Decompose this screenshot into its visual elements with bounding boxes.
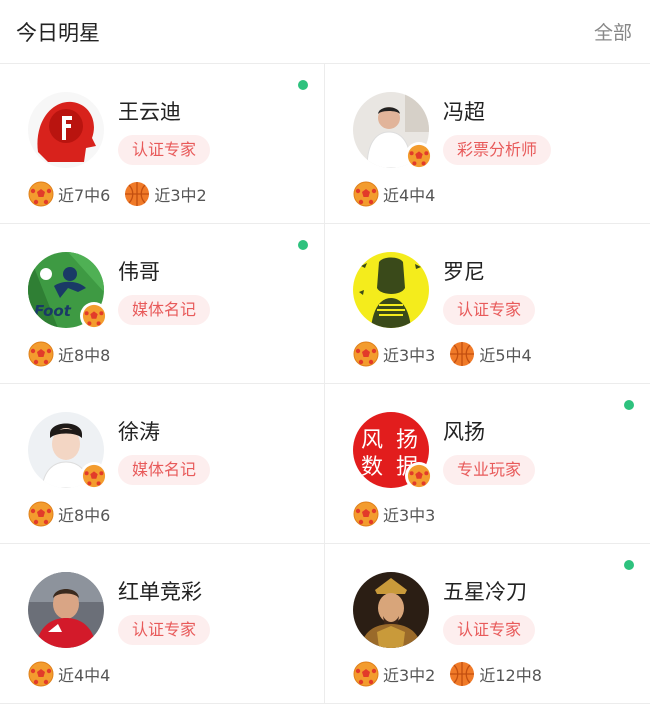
basketball-icon bbox=[450, 342, 475, 366]
avatar-text: 扬 bbox=[396, 428, 418, 453]
expert-name: 徐涛 bbox=[118, 420, 160, 444]
football-record: 近3中3 bbox=[353, 341, 435, 367]
football-icon bbox=[353, 181, 379, 207]
record-text: 近7中6 bbox=[58, 186, 111, 205]
online-indicator bbox=[298, 80, 308, 90]
record-list: 近7中6 近3中2 bbox=[28, 181, 221, 207]
basketball-icon bbox=[450, 662, 475, 686]
record-list: 近8中6 bbox=[28, 501, 124, 527]
record-text: 近3中3 bbox=[383, 506, 436, 525]
record-list: 近4中4 bbox=[28, 661, 124, 687]
record-list: 近3中3 bbox=[353, 501, 449, 527]
expert-tag: 认证专家 bbox=[118, 615, 211, 645]
football-icon bbox=[353, 501, 379, 527]
expert-card[interactable]: 王云迪 认证专家 近7中6 近3中2 bbox=[0, 64, 325, 224]
expert-card[interactable]: 风 扬 数 据 风扬 专业玩家 近3中3 bbox=[325, 384, 650, 544]
football-icon bbox=[353, 341, 379, 367]
basketball-record: 近5中4 bbox=[449, 341, 532, 367]
avatar-image bbox=[353, 252, 429, 328]
expert-tag: 认证专家 bbox=[118, 135, 211, 165]
avatar[interactable] bbox=[28, 572, 104, 648]
expert-card[interactable]: 红单竞彩 认证专家 近4中4 bbox=[0, 544, 325, 704]
football-icon bbox=[28, 501, 54, 527]
avatar-text: 风 bbox=[361, 428, 383, 453]
record-text: 近4中4 bbox=[383, 186, 436, 205]
sport-badge bbox=[405, 462, 433, 490]
football-record: 近3中2 bbox=[353, 661, 435, 687]
record-text: 近5中4 bbox=[479, 346, 532, 365]
football-record: 近4中4 bbox=[28, 661, 110, 687]
football-icon bbox=[28, 181, 54, 207]
online-indicator bbox=[624, 560, 634, 570]
basketball-record: 近12中8 bbox=[449, 661, 542, 687]
online-indicator bbox=[624, 400, 634, 410]
expert-name: 五星冷刀 bbox=[443, 580, 527, 604]
avatar[interactable] bbox=[353, 252, 429, 328]
basketball-icon bbox=[125, 182, 150, 206]
expert-name: 风扬 bbox=[443, 420, 485, 444]
expert-name: 伟哥 bbox=[118, 260, 160, 284]
football-icon bbox=[407, 464, 431, 488]
record-list: 近3中2 近12中8 bbox=[353, 661, 556, 687]
record-text: 近4中4 bbox=[58, 666, 111, 685]
sport-badge bbox=[80, 302, 108, 330]
football-record: 近4中4 bbox=[353, 181, 435, 207]
football-icon bbox=[28, 661, 54, 687]
record-text: 近3中3 bbox=[383, 346, 436, 365]
expert-tag: 彩票分析师 bbox=[443, 135, 552, 165]
expert-tag: 专业玩家 bbox=[443, 455, 536, 485]
expert-grid: 王云迪 认证专家 近7中6 近3中2 冯超 彩票分析师 近4中4 Foot 伟哥… bbox=[0, 64, 650, 704]
expert-tag: 认证专家 bbox=[443, 615, 536, 645]
football-record: 近3中3 bbox=[353, 501, 435, 527]
expert-name: 王云迪 bbox=[118, 100, 181, 124]
football-record: 近7中6 bbox=[28, 181, 110, 207]
svg-text:Foot: Foot bbox=[34, 302, 72, 320]
section-header: 今日明星 全部 bbox=[0, 0, 650, 64]
avatar[interactable] bbox=[28, 92, 104, 168]
football-icon bbox=[82, 304, 106, 328]
football-record: 近8中8 bbox=[28, 341, 110, 367]
football-icon bbox=[82, 464, 106, 488]
online-indicator bbox=[298, 240, 308, 250]
football-icon bbox=[28, 341, 54, 367]
expert-name: 罗尼 bbox=[443, 260, 485, 284]
football-icon bbox=[353, 661, 379, 687]
expert-tag: 媒体名记 bbox=[118, 455, 211, 485]
expert-name: 冯超 bbox=[443, 100, 485, 124]
expert-name: 红单竞彩 bbox=[118, 580, 202, 604]
expert-card[interactable]: 冯超 彩票分析师 近4中4 bbox=[325, 64, 650, 224]
expert-card[interactable]: 罗尼 认证专家 近3中3 近5中4 bbox=[325, 224, 650, 384]
avatar-image bbox=[28, 572, 104, 648]
record-text: 近8中6 bbox=[58, 506, 111, 525]
avatar-image bbox=[353, 572, 429, 648]
record-list: 近3中3 近5中4 bbox=[353, 341, 546, 367]
basketball-record: 近3中2 bbox=[124, 181, 207, 207]
record-text: 近3中2 bbox=[383, 666, 436, 685]
sport-badge bbox=[80, 462, 108, 490]
expert-card[interactable]: 徐涛 媒体名记 近8中6 bbox=[0, 384, 325, 544]
record-text: 近8中8 bbox=[58, 346, 111, 365]
football-record: 近8中6 bbox=[28, 501, 110, 527]
record-text: 近3中2 bbox=[154, 186, 207, 205]
avatar[interactable] bbox=[353, 572, 429, 648]
football-icon bbox=[407, 144, 431, 168]
record-list: 近4中4 bbox=[353, 181, 449, 207]
section-title: 今日明星 bbox=[16, 20, 100, 45]
expert-tag: 认证专家 bbox=[443, 295, 536, 325]
avatar-text: 数 bbox=[361, 455, 383, 480]
view-all-link[interactable]: 全部 bbox=[594, 18, 632, 45]
expert-card[interactable]: Foot 伟哥 媒体名记 近8中8 bbox=[0, 224, 325, 384]
record-text: 近12中8 bbox=[479, 666, 542, 685]
record-list: 近8中8 bbox=[28, 341, 124, 367]
sport-badge bbox=[405, 142, 433, 170]
avatar-image bbox=[28, 92, 104, 168]
expert-card[interactable]: 五星冷刀 认证专家 近3中2 近12中8 bbox=[325, 544, 650, 704]
expert-tag: 媒体名记 bbox=[118, 295, 211, 325]
